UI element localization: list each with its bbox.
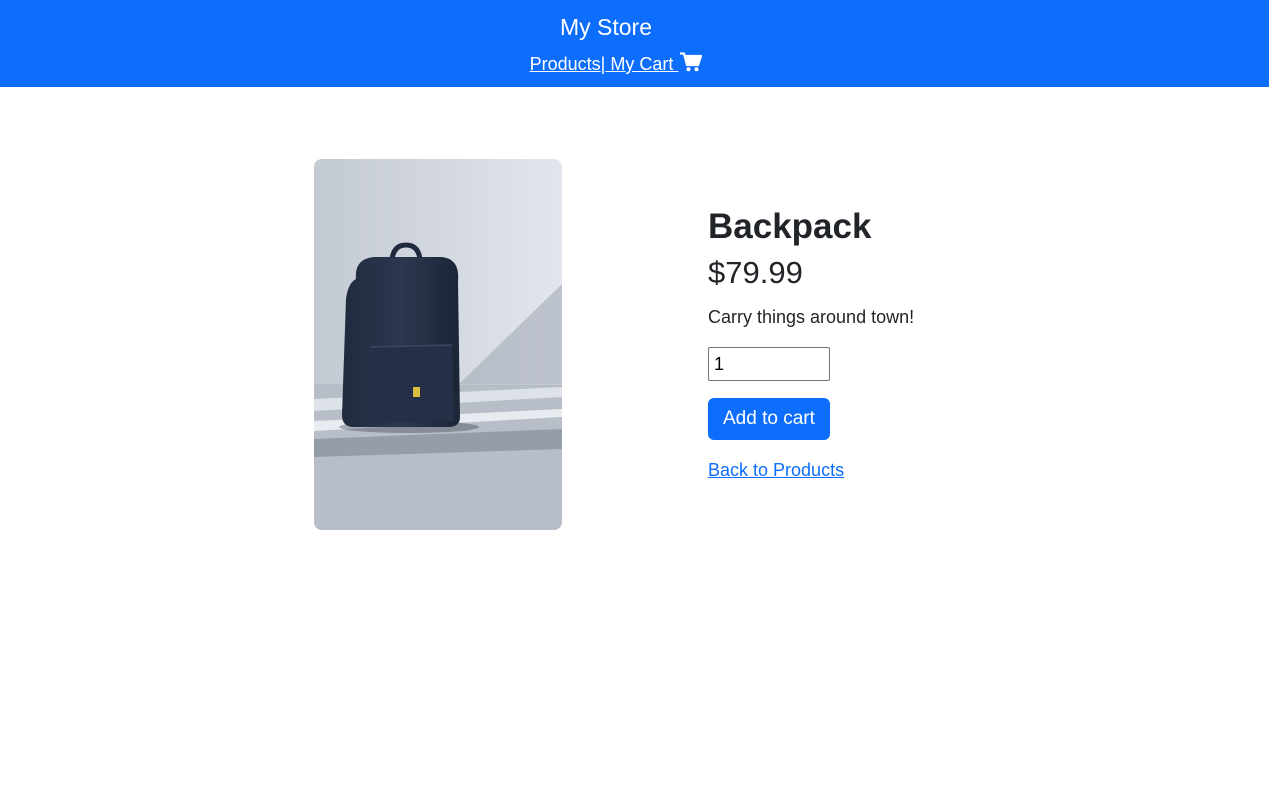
product-details: Backpack $79.99 Carry things around town… — [708, 205, 1108, 481]
navbar: My Store Products| My Cart — [0, 0, 1269, 87]
quantity-input[interactable] — [708, 347, 830, 381]
nav-links: Products| My Cart — [0, 52, 1232, 77]
my-cart-label: My Cart — [605, 54, 679, 74]
store-title: My Store — [559, 14, 653, 40]
products-link[interactable]: Products — [530, 54, 601, 74]
product-price: $79.99 — [708, 255, 803, 290]
add-to-cart-button[interactable]: Add to cart — [708, 398, 830, 440]
product-image — [314, 159, 562, 530]
shopping-cart-icon — [680, 52, 703, 77]
back-to-products-link[interactable]: Back to Products — [708, 460, 844, 481]
product-description: Carry things around town! — [708, 307, 915, 327]
my-cart-link[interactable]: | My Cart — [601, 52, 703, 77]
product-name: Backpack — [708, 207, 872, 246]
